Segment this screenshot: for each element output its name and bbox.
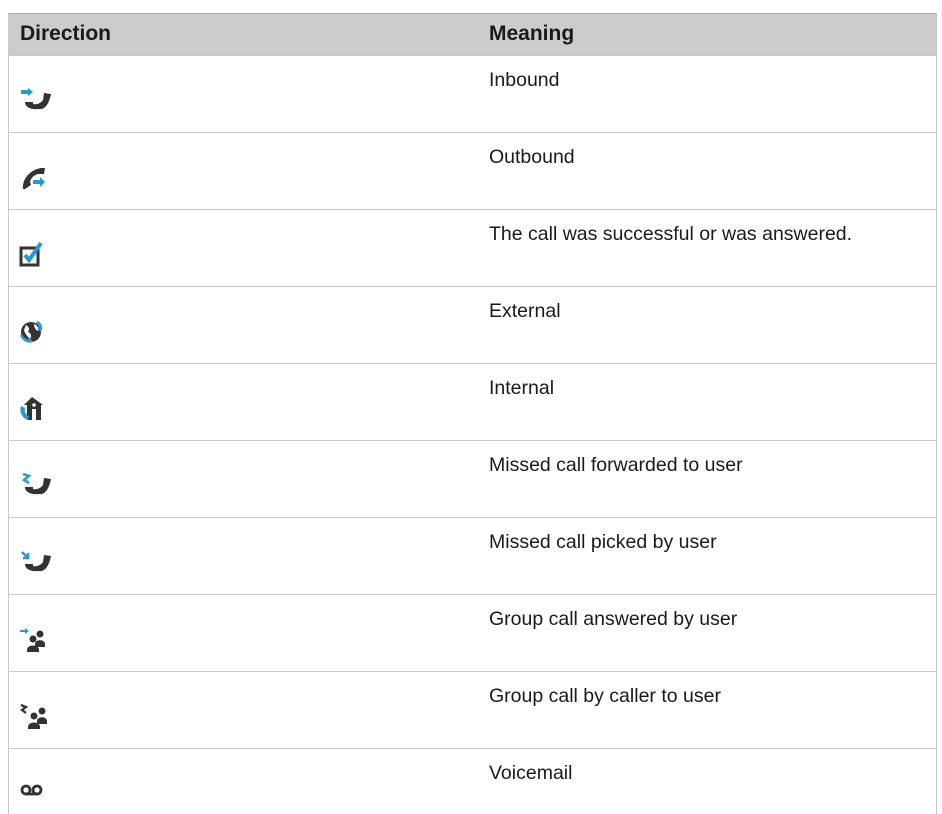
voicemail-icon [20, 784, 43, 796]
outbound-call-icon [22, 168, 45, 189]
checkbox-checked-icon [19, 242, 43, 267]
meaning-text: The call was successful or was answered. [489, 223, 853, 245]
meaning-text: Group call answered by user [489, 608, 738, 630]
header-direction: Direction [20, 22, 112, 45]
missed-call-picked-icon [21, 551, 51, 572]
internal-house-call-icon [20, 397, 43, 420]
meaning-text: Inbound [489, 69, 560, 91]
table-header: Direction Meaning [9, 13, 936, 55]
external-globe-call-icon [20, 321, 42, 343]
table-row: Internal [9, 363, 936, 440]
table-row: Group call by caller to user [9, 671, 936, 748]
table-row: Voicemail [9, 748, 936, 814]
table-row: Inbound [9, 55, 936, 132]
call-direction-table: Direction Meaning Inbound Outbound The c… [8, 13, 937, 814]
meaning-text: Internal [489, 377, 555, 399]
table-row: Group call answered by user [9, 594, 936, 671]
meaning-text: Outbound [489, 146, 575, 168]
group-call-by-caller-icon [20, 704, 47, 729]
missed-call-forwarded-icon [21, 473, 51, 495]
table-row: Outbound [9, 132, 936, 209]
meaning-text: Voicemail [489, 762, 573, 784]
header-meaning: Meaning [489, 22, 575, 45]
table-row: External [9, 286, 936, 363]
group-call-answered-icon [20, 628, 45, 652]
table-row: Missed call forwarded to user [9, 440, 936, 517]
table-row: Missed call picked by user [9, 517, 936, 594]
meaning-text: Missed call forwarded to user [489, 454, 743, 476]
table-row: The call was successful or was answered. [9, 209, 936, 286]
meaning-text: Missed call picked by user [489, 531, 717, 553]
meaning-text: Group call by caller to user [489, 685, 721, 707]
inbound-call-icon [21, 88, 51, 110]
meaning-text: External [489, 300, 561, 322]
